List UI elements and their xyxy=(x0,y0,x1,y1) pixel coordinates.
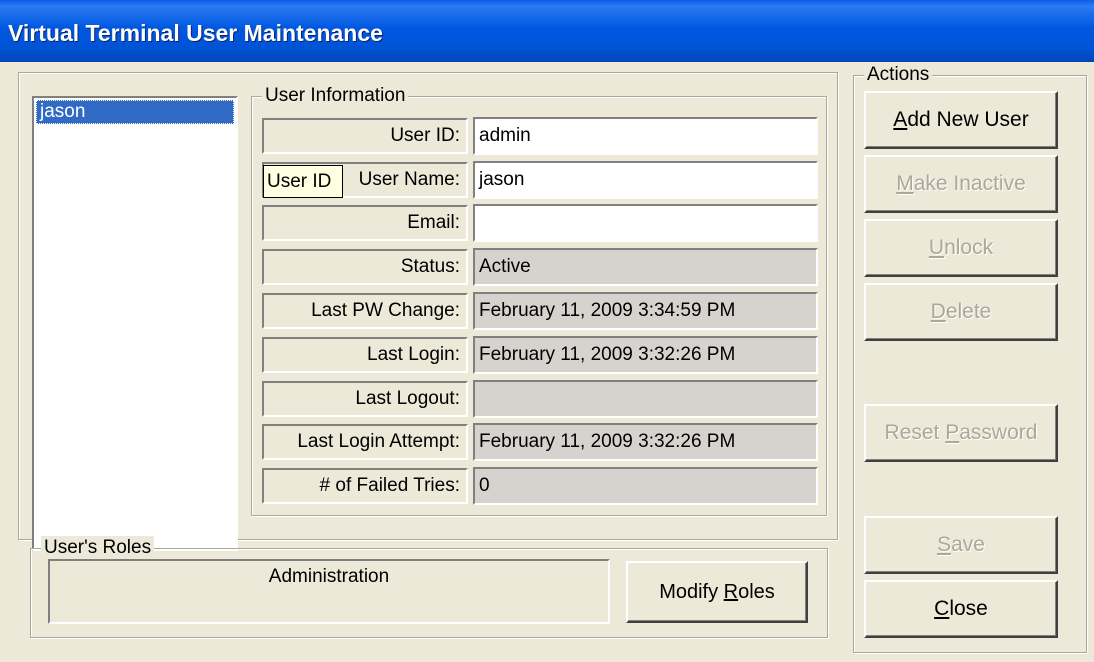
email-label: Email: xyxy=(262,205,468,241)
actions-title: Actions xyxy=(864,63,933,87)
last-login-label: Last Login: xyxy=(262,337,468,373)
reset-password-label: Reset Password xyxy=(884,421,1038,444)
user-name-field[interactable]: jason xyxy=(473,161,818,199)
user-id-label: User ID: xyxy=(262,118,468,154)
roles-field: Administration xyxy=(48,559,610,624)
reset-password-button[interactable]: Reset Password xyxy=(864,404,1058,462)
window-titlebar: Virtual Terminal User Maintenance xyxy=(0,0,1094,62)
window-title: Virtual Terminal User Maintenance xyxy=(8,20,383,46)
last-login-attempt-field: February 11, 2009 3:32:26 PM xyxy=(473,423,818,461)
user-information-title: User Information xyxy=(262,84,409,108)
add-new-user-label: Add New User xyxy=(893,108,1029,131)
last-logout-field xyxy=(473,380,818,418)
last-login-field: February 11, 2009 3:32:26 PM xyxy=(473,336,818,374)
last-login-attempt-label: Last Login Attempt: xyxy=(262,424,468,460)
users-roles-title: User's Roles xyxy=(41,536,155,560)
save-label: Save xyxy=(937,533,985,556)
close-button[interactable]: Close xyxy=(864,580,1058,638)
status-field: Active xyxy=(473,248,818,286)
user-id-tooltip: User ID xyxy=(263,165,343,198)
make-inactive-label: Make Inactive xyxy=(896,172,1026,195)
add-new-user-button[interactable]: Add New User xyxy=(864,91,1058,149)
email-field[interactable] xyxy=(473,204,818,242)
unlock-button[interactable]: Unlock xyxy=(864,219,1058,277)
window-body: jason User Information User ID: admin Us… xyxy=(0,62,1094,662)
status-label: Status: xyxy=(262,249,468,285)
failed-tries-label: # of Failed Tries: xyxy=(262,468,468,504)
unlock-label: Unlock xyxy=(928,236,994,259)
user-listbox[interactable]: jason xyxy=(32,96,238,551)
user-id-field[interactable]: admin xyxy=(473,117,818,155)
close-label: Close xyxy=(934,597,988,620)
last-pw-change-field: February 11, 2009 3:34:59 PM xyxy=(473,292,818,330)
list-item-jason[interactable]: jason xyxy=(36,100,234,124)
delete-label: Delete xyxy=(930,300,992,323)
modify-roles-button[interactable]: Modify Roles xyxy=(626,561,808,623)
save-button[interactable]: Save xyxy=(864,516,1058,574)
failed-tries-field: 0 xyxy=(473,467,818,505)
delete-button[interactable]: Delete xyxy=(864,283,1058,341)
make-inactive-button[interactable]: Make Inactive xyxy=(864,155,1058,213)
last-pw-change-label: Last PW Change: xyxy=(262,293,468,329)
modify-roles-label: Modify Roles xyxy=(659,580,775,603)
last-logout-label: Last Logout: xyxy=(262,381,468,417)
